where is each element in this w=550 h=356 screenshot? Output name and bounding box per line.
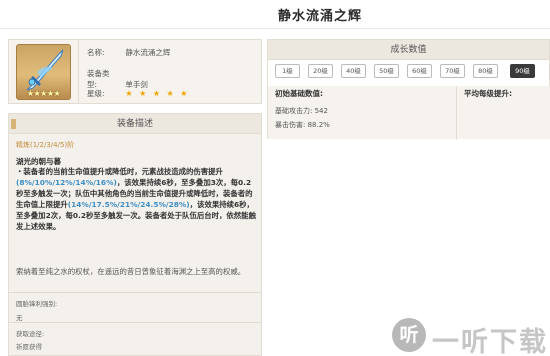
watermark: 听 一听下载	[392, 314, 550, 356]
description-panel: 装备描述 精炼(1/2/3/4/5)阶 湖光的朝与暮 ・装备者的当前生命值提升或…	[8, 113, 262, 356]
base-attack: 基础攻击力: 542	[275, 107, 328, 115]
passive-value-1: (8%/10%/12%/14%/16%)	[16, 178, 117, 187]
column-divider	[456, 86, 457, 140]
info-type-row: 装备类型: 单手剑	[87, 68, 148, 90]
growth-panel: 成长数值 1级 20级 40级 50级 60级 70级 80级 90级 初始基础…	[267, 39, 550, 140]
source-value: 祈愿获得	[16, 343, 42, 351]
level-button-80[interactable]: 80级	[473, 64, 498, 78]
page-title: 静水流涌之辉	[277, 9, 362, 24]
heading-accent	[11, 119, 16, 129]
name-label: 名称:	[87, 48, 105, 57]
passive-description: ・装备者的当前生命值提升或降低时，元素战技造成的伤害提升 (8%/10%/12%/…	[16, 166, 256, 232]
avg-growth-header: 平均每级提升:	[457, 86, 550, 101]
title-divider	[0, 28, 550, 29]
sword-icon	[26, 49, 64, 91]
passive-text-1: ・装备者的当前生命值提升或降低时，元素战技造成的伤害提升	[16, 167, 223, 176]
weapon-thumbnail: ★★★★★	[16, 44, 71, 100]
weapon-info-card: ★★★★★ 名称: 静水流涌之辉 装备类型: 单手剑 星级: ★ ★ ★ ★ ★	[8, 39, 262, 104]
level-button-60[interactable]: 60级	[407, 64, 432, 78]
refinement-label: 精炼(1/2/3/4/5)阶	[16, 141, 75, 149]
stat-table: 初始基础数值: 平均每级提升: 基础攻击力: 542 暴击伤害: 88.2%	[268, 86, 550, 140]
level-button-40[interactable]: 40级	[341, 64, 366, 78]
base-stats-header: 初始基础数值:	[268, 86, 456, 101]
crit-damage: 暴击伤害: 88.2%	[275, 121, 330, 129]
info-name-row: 名称: 静水流涌之辉	[87, 47, 170, 58]
avg-growth-cell	[457, 101, 550, 139]
source-label: 获取途径:	[16, 330, 45, 338]
level-button-90[interactable]: 90级	[510, 64, 535, 78]
type-label: 装备类型:	[87, 69, 110, 89]
breakthrough-value: 无	[16, 314, 23, 322]
level-button-20[interactable]: 20级	[308, 64, 333, 78]
section-divider	[9, 292, 261, 293]
rarity-stars: ★ ★ ★ ★ ★	[125, 89, 190, 98]
level-button-50[interactable]: 50级	[374, 64, 399, 78]
weapon-stars: ★★★★★	[26, 89, 61, 98]
rarity-label: 星级:	[87, 89, 105, 98]
watermark-text: 一听下载	[432, 327, 548, 356]
watermark-logo-icon: 听	[392, 318, 426, 352]
description-heading: 装备描述	[9, 114, 261, 134]
name-value: 静水流涌之辉	[125, 48, 171, 57]
level-button-1[interactable]: 1级	[275, 64, 300, 78]
breakthrough-label: 圆胎锋利强别:	[16, 300, 58, 308]
lore-text: 索纳着至纯之水的权杖，在遥远的昔日曾象征着海渊之上至高的权威。	[16, 267, 246, 276]
base-stats-cell: 基础攻击力: 542 暴击伤害: 88.2%	[268, 101, 456, 139]
info-rarity-row: 星级: ★ ★ ★ ★ ★	[87, 88, 189, 99]
info-divider	[78, 40, 79, 103]
section-divider	[9, 322, 261, 323]
level-button-70[interactable]: 70级	[440, 64, 465, 78]
growth-heading: 成长数值	[268, 40, 549, 60]
passive-value-2: (14%/17.5%/21%/24.5%/28%)	[67, 200, 190, 209]
